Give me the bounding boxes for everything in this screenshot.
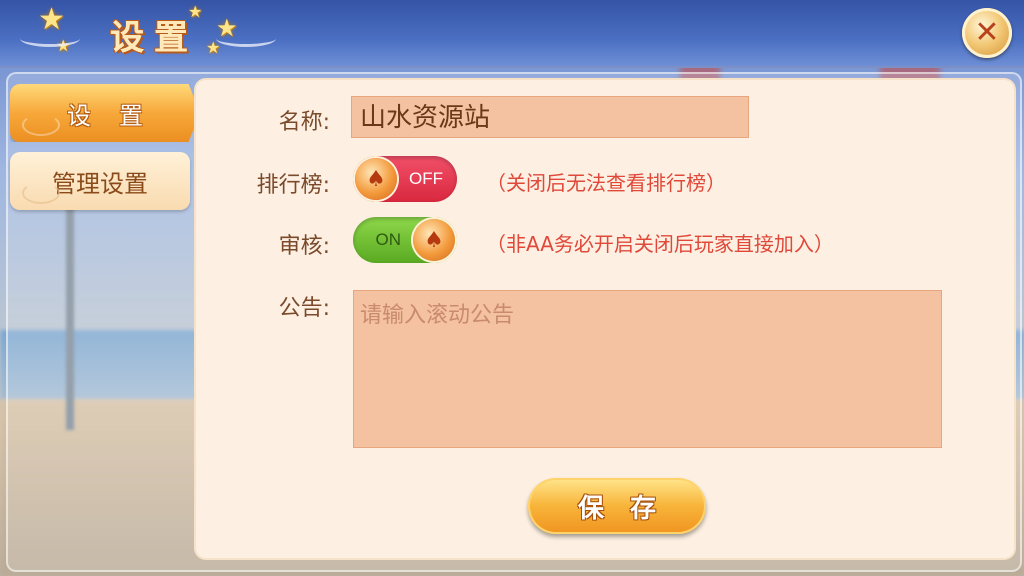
ranking-label: 排行榜:	[256, 173, 330, 198]
sidebar-item-label: 设置	[67, 101, 171, 130]
notice-label: 公告:	[278, 296, 330, 321]
toggle-state-text: ON	[375, 230, 402, 249]
name-field[interactable]: 山水资源站	[351, 96, 749, 138]
ranking-toggle[interactable]: ♠ OFF	[353, 156, 457, 202]
notice-textarea[interactable]: 请输入滚动公告	[353, 290, 942, 448]
title-banner: ★ ★ ★ ★ ★ 设置	[20, 2, 276, 62]
sidebar-item-settings[interactable]: 设置	[10, 84, 200, 142]
close-icon: ✕	[974, 15, 1000, 50]
review-hint: （非AA务必开启关闭后玩家直接加入）	[486, 232, 834, 256]
swirl-decoration	[22, 182, 60, 204]
page-title: 设置	[110, 18, 198, 58]
spade-icon: ♠	[413, 219, 455, 261]
laurel-decoration	[20, 30, 80, 47]
save-button[interactable]: 保存	[528, 478, 706, 534]
ranking-hint: （关闭后无法查看排行榜）	[486, 171, 726, 195]
header-bar: ★ ★ ★ ★ ★ 设置 ✕	[0, 0, 1024, 68]
swirl-decoration	[22, 114, 60, 136]
name-label: 名称:	[278, 110, 330, 135]
sidebar-item-admin-settings[interactable]: 管理设置	[10, 152, 190, 210]
close-button[interactable]: ✕	[962, 8, 1012, 58]
sidebar-item-label: 管理设置	[52, 169, 148, 198]
toggle-state-text: OFF	[409, 169, 443, 188]
spade-icon: ♠	[355, 158, 397, 200]
review-toggle[interactable]: ON ♠	[353, 217, 457, 263]
laurel-decoration	[216, 30, 276, 47]
review-label: 审核:	[278, 234, 330, 259]
